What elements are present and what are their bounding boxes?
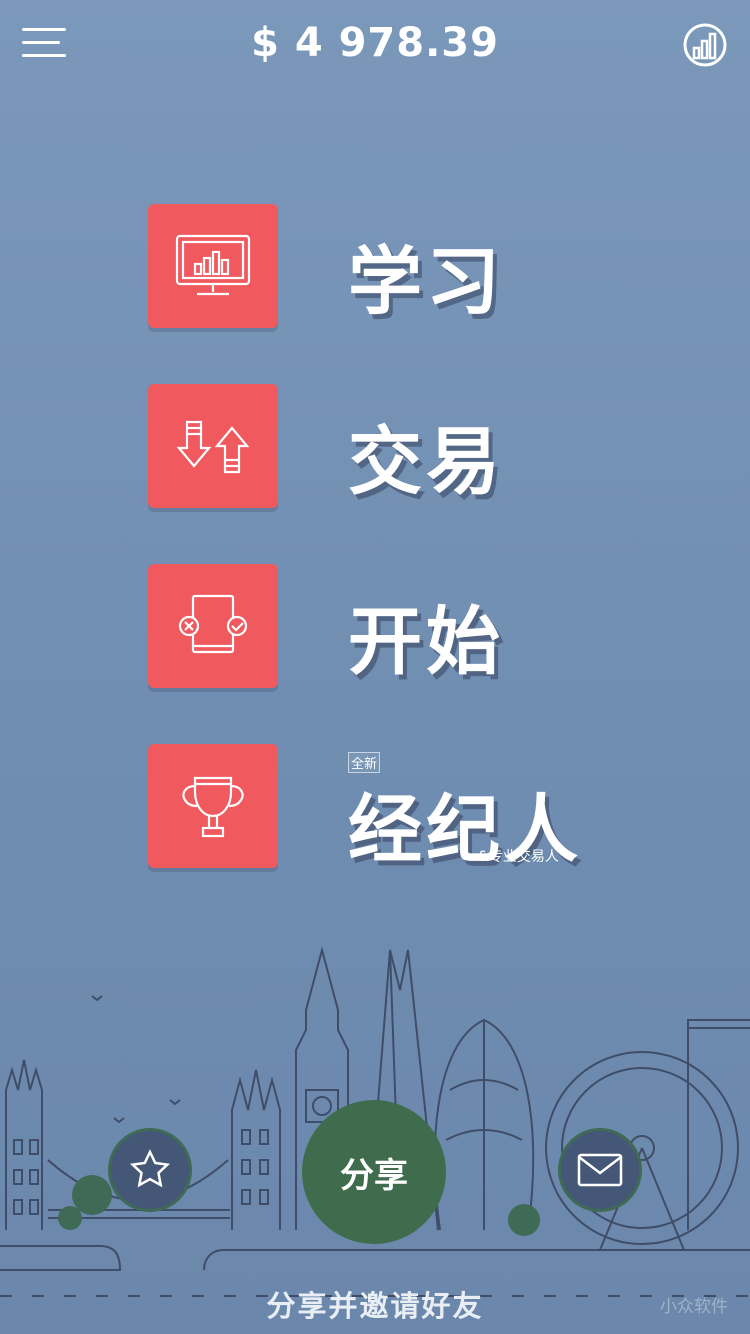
start-tile[interactable] <box>148 564 278 688</box>
share-button[interactable]: 分享 <box>302 1100 446 1244</box>
learn-tile[interactable] <box>148 204 278 328</box>
document-cross-check-icon <box>178 594 248 654</box>
star-icon <box>129 1149 171 1188</box>
trade-label[interactable]: 交易 <box>348 402 504 509</box>
mail-icon <box>577 1153 623 1187</box>
mail-button[interactable] <box>558 1128 642 1212</box>
start-label[interactable]: 开始 <box>348 582 504 689</box>
watermark: 小众软件 <box>660 1297 728 1317</box>
broker-sublabel: &专业交易人 <box>478 849 559 865</box>
menu-item-learn[interactable]: 学习 <box>148 204 648 330</box>
up-down-arrows-icon <box>176 420 250 474</box>
broker-tile[interactable] <box>148 744 278 868</box>
bar-chart-circle-icon[interactable] <box>682 22 728 68</box>
trophy-icon <box>182 776 244 838</box>
monitor-chart-icon <box>175 234 251 296</box>
top-bar: $ 4 978.39 <box>0 0 750 96</box>
balance-display: $ 4 978.39 <box>251 20 499 66</box>
trade-tile[interactable] <box>148 384 278 508</box>
menu-item-start[interactable]: 开始 <box>148 564 648 690</box>
share-invite-text[interactable]: 分享并邀请好友 <box>0 1283 750 1325</box>
favorite-button[interactable] <box>108 1128 192 1212</box>
learn-label[interactable]: 学习 <box>348 222 504 329</box>
menu-item-broker[interactable]: 全新 经纪人 &专业交易人 <box>148 744 648 873</box>
menu-item-trade[interactable]: 交易 <box>148 384 648 510</box>
